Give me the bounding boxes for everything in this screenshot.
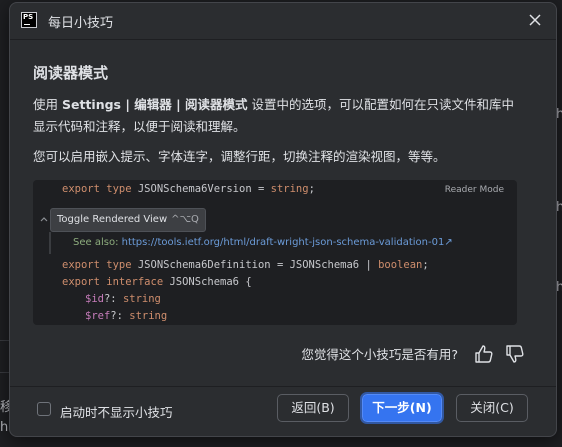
external-link-icon: ↗	[444, 237, 453, 248]
tip-content: 阅读器模式 使用 Settings | 编辑器 | 阅读器模式 设置中的选项，可…	[10, 40, 556, 386]
dialog-titlebar: PS 每日小技巧	[10, 3, 556, 39]
dont-show-on-startup-checkbox[interactable]	[37, 402, 51, 416]
dialog-title: 每日小技巧	[48, 16, 114, 31]
reader-mode-label: Reader Mode	[444, 185, 504, 195]
next-button[interactable]: 下一步(N)	[360, 392, 444, 424]
background-text: h	[0, 420, 9, 435]
background-divider	[0, 372, 9, 373]
code-line: export type JSONSchema6Version = string;	[62, 183, 315, 195]
code-line: export interface JSONSchema6 {	[62, 276, 252, 288]
close-button[interactable]: 关闭(C)	[456, 394, 528, 422]
feedback-question: 您觉得这个小技巧是否有用?	[301, 347, 458, 362]
tip-of-the-day-dialog: PS 每日小技巧 阅读器模式 使用 Settings | 编辑器 | 阅读器模式…	[9, 2, 557, 437]
settings-path: Settings | 编辑器 | 阅读器模式	[61, 97, 248, 112]
thumbs-down-icon	[506, 345, 524, 363]
code-line: export type JSONSchema6Definition = JSON…	[62, 259, 429, 271]
code-line: $id?: string	[85, 293, 161, 305]
background-divider	[0, 340, 9, 341]
close-icon	[529, 14, 541, 26]
thumbs-up-button[interactable]	[473, 344, 495, 364]
dont-show-on-startup-label[interactable]: 启动时不显示小技巧	[60, 402, 173, 421]
see-also-link[interactable]: https://tools.ietf.org/html/draft-wright…	[122, 237, 445, 248]
tooltip-shortcut: ^⌥Q	[171, 214, 199, 225]
tip-description-2: 您可以启用嵌入提示、字体连字，调整行距，切换注释的渲染视图，等等。	[33, 149, 446, 164]
tip-description: 使用 Settings | 编辑器 | 阅读器模式 设置中的选项，可以配置如何在…	[33, 94, 523, 138]
code-line: $ref?: string	[85, 310, 168, 322]
reader-mode-preview: export type JSONSchema6Version = string;…	[33, 180, 517, 325]
chevron-up-icon	[40, 217, 48, 222]
rendered-doc-comment: See also: https://tools.ietf.org/html/dr…	[49, 232, 517, 254]
dialog-footer: 启动时不显示小技巧 返回(B) 下一步(N) 关闭(C)	[10, 387, 556, 436]
thumbs-down-button[interactable]	[504, 344, 526, 364]
phpstorm-logo-icon: PS	[21, 12, 37, 28]
back-button[interactable]: 返回(B)	[277, 394, 349, 422]
thumbs-up-icon	[475, 345, 493, 363]
tip-heading: 阅读器模式	[33, 64, 109, 82]
see-also-label: See also:	[73, 237, 122, 248]
tooltip-label: Toggle Rendered View	[57, 214, 168, 225]
close-dialog-button[interactable]	[526, 11, 544, 29]
toggle-rendered-view-tooltip: Toggle Rendered View ^⌥Q	[50, 208, 206, 232]
tip-text: 使用	[33, 97, 62, 112]
